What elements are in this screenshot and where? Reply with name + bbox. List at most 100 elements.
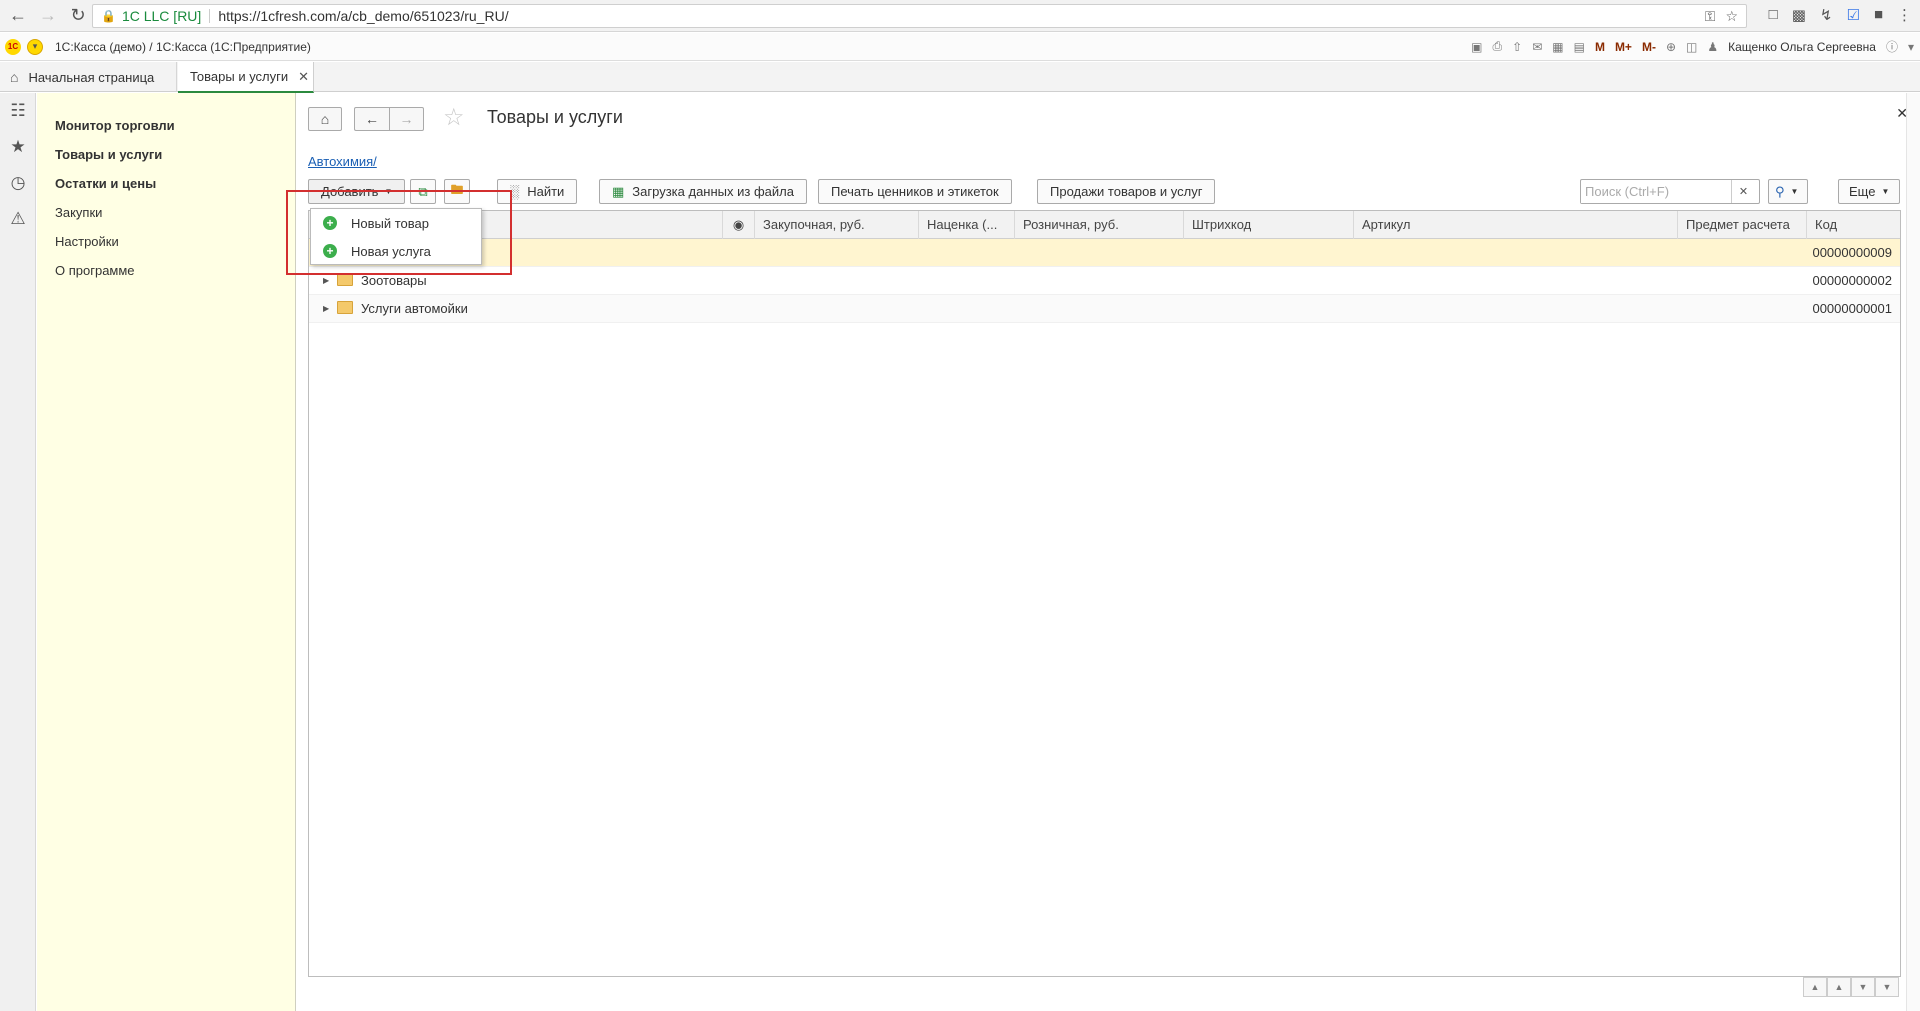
- table-row[interactable]: ▶ Услуги автомойки 00000000001: [309, 295, 1900, 323]
- section-panel: Монитор торговли Товары и услуги Остатки…: [37, 93, 296, 1011]
- form-area: ⌂ ← → ☆ Товары и услуги ✕ Автохимия/ Доб…: [297, 93, 1920, 1011]
- back-arrow-icon: ←: [365, 111, 379, 127]
- site-identity: 1C LLC [RU]: [121, 8, 202, 24]
- close-icon[interactable]: ✕: [298, 69, 309, 85]
- memory-m-minus-button[interactable]: M-: [1642, 40, 1656, 54]
- scroll-bottom-icon[interactable]: ▼: [1875, 977, 1899, 997]
- tab-label: Начальная страница: [28, 69, 155, 85]
- open-windows-tabs: ⌂ Начальная страница Товары и услуги ✕: [0, 62, 1920, 93]
- window-scrollbar[interactable]: [1906, 93, 1920, 1011]
- row-code: 00000000002: [1812, 273, 1892, 288]
- print-icon[interactable]: ⎙: [1493, 39, 1503, 54]
- page-title: Товары и услуги: [487, 107, 623, 127]
- email-icon[interactable]: ✉: [1532, 40, 1542, 54]
- left-icon-panel: ☷ ★ ◷ ⚠: [0, 93, 36, 1011]
- info-icon[interactable]: ⓘ: [1886, 38, 1898, 55]
- column-header-purchase[interactable]: Закупочная, руб.: [754, 211, 918, 239]
- scroll-down-icon[interactable]: ▼: [1851, 977, 1875, 997]
- section-item-trade-monitor[interactable]: Монитор торговли: [37, 111, 295, 140]
- menu-chevron-down-icon[interactable]: ▾: [1908, 40, 1914, 54]
- chevron-down-icon: ▼: [1881, 187, 1890, 196]
- app-title-bar: 1С ▾ 1С:Касса (демо) / 1С:Касса (1С:Пред…: [0, 33, 1920, 61]
- section-item-stock-prices[interactable]: Остатки и цены: [37, 169, 295, 198]
- upload-icon[interactable]: ⇧: [1512, 40, 1522, 54]
- section-item-purchases[interactable]: Закупки: [37, 198, 295, 227]
- breadcrumb[interactable]: Автохимия/: [308, 154, 377, 169]
- back-arrow-icon[interactable]: ←: [6, 4, 30, 28]
- favorite-star-icon[interactable]: ☆: [443, 103, 465, 132]
- app-title: 1С:Касса (демо) / 1С:Касса (1С:Предприят…: [55, 39, 311, 54]
- section-item-about[interactable]: О программе: [37, 256, 295, 285]
- row-code: 00000000009: [1812, 245, 1892, 260]
- more-label: Еще: [1849, 184, 1876, 199]
- extension-network-icon[interactable]: ↯: [1820, 6, 1833, 24]
- app-toolbar: ▣ ⎙ ⇧ ✉ ▦ ▤ M M+ M- ⊕ ◫ ♟ Кащенко Ольга …: [1471, 38, 1914, 55]
- search-options-button[interactable]: ⚲ ▼: [1768, 179, 1808, 204]
- address-bar[interactable]: 🔒 1C LLC [RU] https://1cfresh.com/a/cb_d…: [92, 4, 1747, 28]
- home-icon: ⌂: [10, 69, 19, 85]
- home-button[interactable]: ⌂: [308, 107, 342, 131]
- column-header-barcode[interactable]: Штрихкод: [1183, 211, 1353, 239]
- extension-icons: □ ▩ ↯ ☑ ■ ⋮: [1769, 6, 1912, 24]
- table-row[interactable]: ▶ Зоотовары 00000000002: [309, 267, 1900, 295]
- column-header-markup[interactable]: Наценка (...: [918, 211, 1014, 239]
- save-icon[interactable]: ▣: [1471, 40, 1482, 54]
- panels-icon[interactable]: ◫: [1686, 40, 1697, 54]
- column-header-type[interactable]: ◉: [722, 211, 754, 239]
- address-separator: [209, 9, 211, 23]
- more-button[interactable]: Еще ▼: [1838, 179, 1901, 204]
- main-menu-chevron-icon[interactable]: ▾: [27, 38, 43, 55]
- forward-button[interactable]: →: [389, 107, 424, 131]
- back-button[interactable]: ←: [354, 107, 389, 131]
- print-label: Печать ценников и этикеток: [831, 184, 999, 199]
- bookmark-star-icon[interactable]: ☆: [1725, 8, 1738, 25]
- extension-badge-icon[interactable]: ■: [1874, 6, 1883, 24]
- history-icon[interactable]: ◷: [0, 165, 36, 201]
- memory-m-plus-button[interactable]: M+: [1615, 40, 1632, 54]
- section-item-settings[interactable]: Настройки: [37, 227, 295, 256]
- search-field: ✕: [1580, 179, 1760, 204]
- key-icon[interactable]: ⚿: [1705, 8, 1716, 25]
- calculator-icon[interactable]: ▦: [1552, 40, 1563, 54]
- column-header-code[interactable]: Код: [1806, 211, 1900, 239]
- tab-products-services[interactable]: Товары и услуги ✕: [178, 62, 314, 93]
- memory-m-button[interactable]: M: [1595, 40, 1605, 54]
- reload-icon[interactable]: ↻: [66, 4, 90, 28]
- expand-triangle-icon[interactable]: ▶: [323, 276, 329, 285]
- clear-search-icon[interactable]: ✕: [1731, 180, 1755, 203]
- sections-grid-icon[interactable]: ☷: [0, 93, 36, 129]
- table-row[interactable]: 00000000009: [309, 239, 1900, 267]
- extension-translate-icon[interactable]: ☑: [1846, 6, 1859, 24]
- column-header-subject[interactable]: Предмет расчета: [1677, 211, 1806, 239]
- products-table: ◉ Закупочная, руб. Наценка (... Рознична…: [308, 210, 1901, 977]
- expand-triangle-icon[interactable]: ▶: [323, 304, 329, 313]
- scroll-up-icon[interactable]: ▲: [1827, 977, 1851, 997]
- tab-home-page[interactable]: ⌂ Начальная страница: [0, 62, 177, 92]
- url-text[interactable]: https://1cfresh.com/a/cb_demo/651023/ru_…: [218, 8, 508, 24]
- column-header-retail[interactable]: Розничная, руб.: [1014, 211, 1183, 239]
- calendar-icon[interactable]: ▤: [1574, 40, 1585, 54]
- row-name: Услуги автомойки: [361, 301, 468, 316]
- search-input[interactable]: [1581, 180, 1731, 203]
- extension-pdf-icon[interactable]: □: [1769, 6, 1778, 24]
- extension-cast-icon[interactable]: ▩: [1792, 6, 1806, 24]
- notifications-bell-icon[interactable]: ⚠: [0, 201, 36, 237]
- row-code: 00000000001: [1812, 301, 1892, 316]
- sales-button[interactable]: Продажи товаров и услуг: [1037, 179, 1216, 204]
- forward-arrow-icon[interactable]: →: [36, 4, 60, 28]
- 1c-logo-icon[interactable]: 1С: [5, 38, 21, 55]
- column-header-sku[interactable]: Артикул: [1353, 211, 1677, 239]
- tab-label: Товары и услуги: [190, 69, 289, 84]
- user-name[interactable]: Кащенко Ольга Сергеевна: [1728, 40, 1876, 54]
- load-from-file-button[interactable]: ▦ Загрузка данных из файла: [599, 179, 807, 204]
- browser-menu-icon[interactable]: ⋮: [1897, 6, 1912, 24]
- section-item-products-services[interactable]: Товары и услуги: [37, 140, 295, 169]
- spreadsheet-icon: ▦: [612, 183, 625, 199]
- search-icon: ⚲: [1775, 183, 1785, 199]
- scroll-top-icon[interactable]: ▲: [1803, 977, 1827, 997]
- folder-icon: [337, 301, 353, 314]
- find-label: Найти: [527, 184, 565, 199]
- favorites-star-icon[interactable]: ★: [0, 129, 36, 165]
- print-labels-button[interactable]: Печать ценников и этикеток: [818, 179, 1012, 204]
- zoom-icon[interactable]: ⊕: [1666, 40, 1676, 54]
